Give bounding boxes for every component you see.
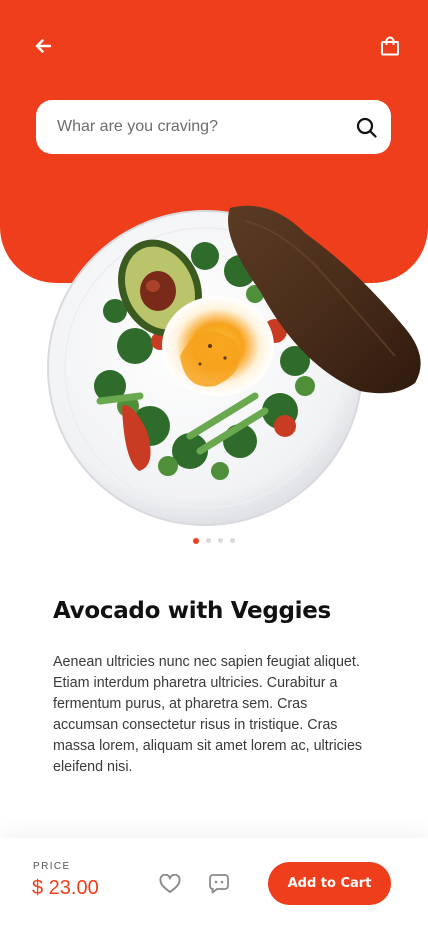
search-bar (36, 100, 391, 154)
carousel-indicator (193, 537, 235, 544)
heart-icon (159, 874, 181, 894)
carousel-dot[interactable] (230, 538, 235, 543)
cart-button[interactable] (376, 32, 404, 60)
price-value: $ 23.00 (32, 877, 99, 899)
add-to-cart-button[interactable]: Add to Cart (268, 862, 391, 905)
shopping-bag-icon (380, 36, 400, 56)
search-input[interactable] (57, 118, 355, 136)
carousel-dot[interactable] (218, 538, 223, 543)
carousel-dot-active[interactable] (193, 537, 199, 544)
favorite-button[interactable] (158, 872, 182, 896)
dish-image (40, 196, 428, 532)
price-label: PRICE (33, 861, 71, 872)
chat-button[interactable] (207, 871, 231, 895)
search-icon[interactable] (355, 116, 377, 138)
back-button[interactable] (30, 34, 56, 58)
chat-icon (208, 873, 230, 894)
dish-title: Avocado with Veggies (53, 598, 331, 624)
dish-description: Aenean ultricies nunc nec sapien feugiat… (53, 654, 363, 775)
carousel-dot[interactable] (206, 538, 211, 543)
arrow-left-icon (35, 39, 51, 53)
